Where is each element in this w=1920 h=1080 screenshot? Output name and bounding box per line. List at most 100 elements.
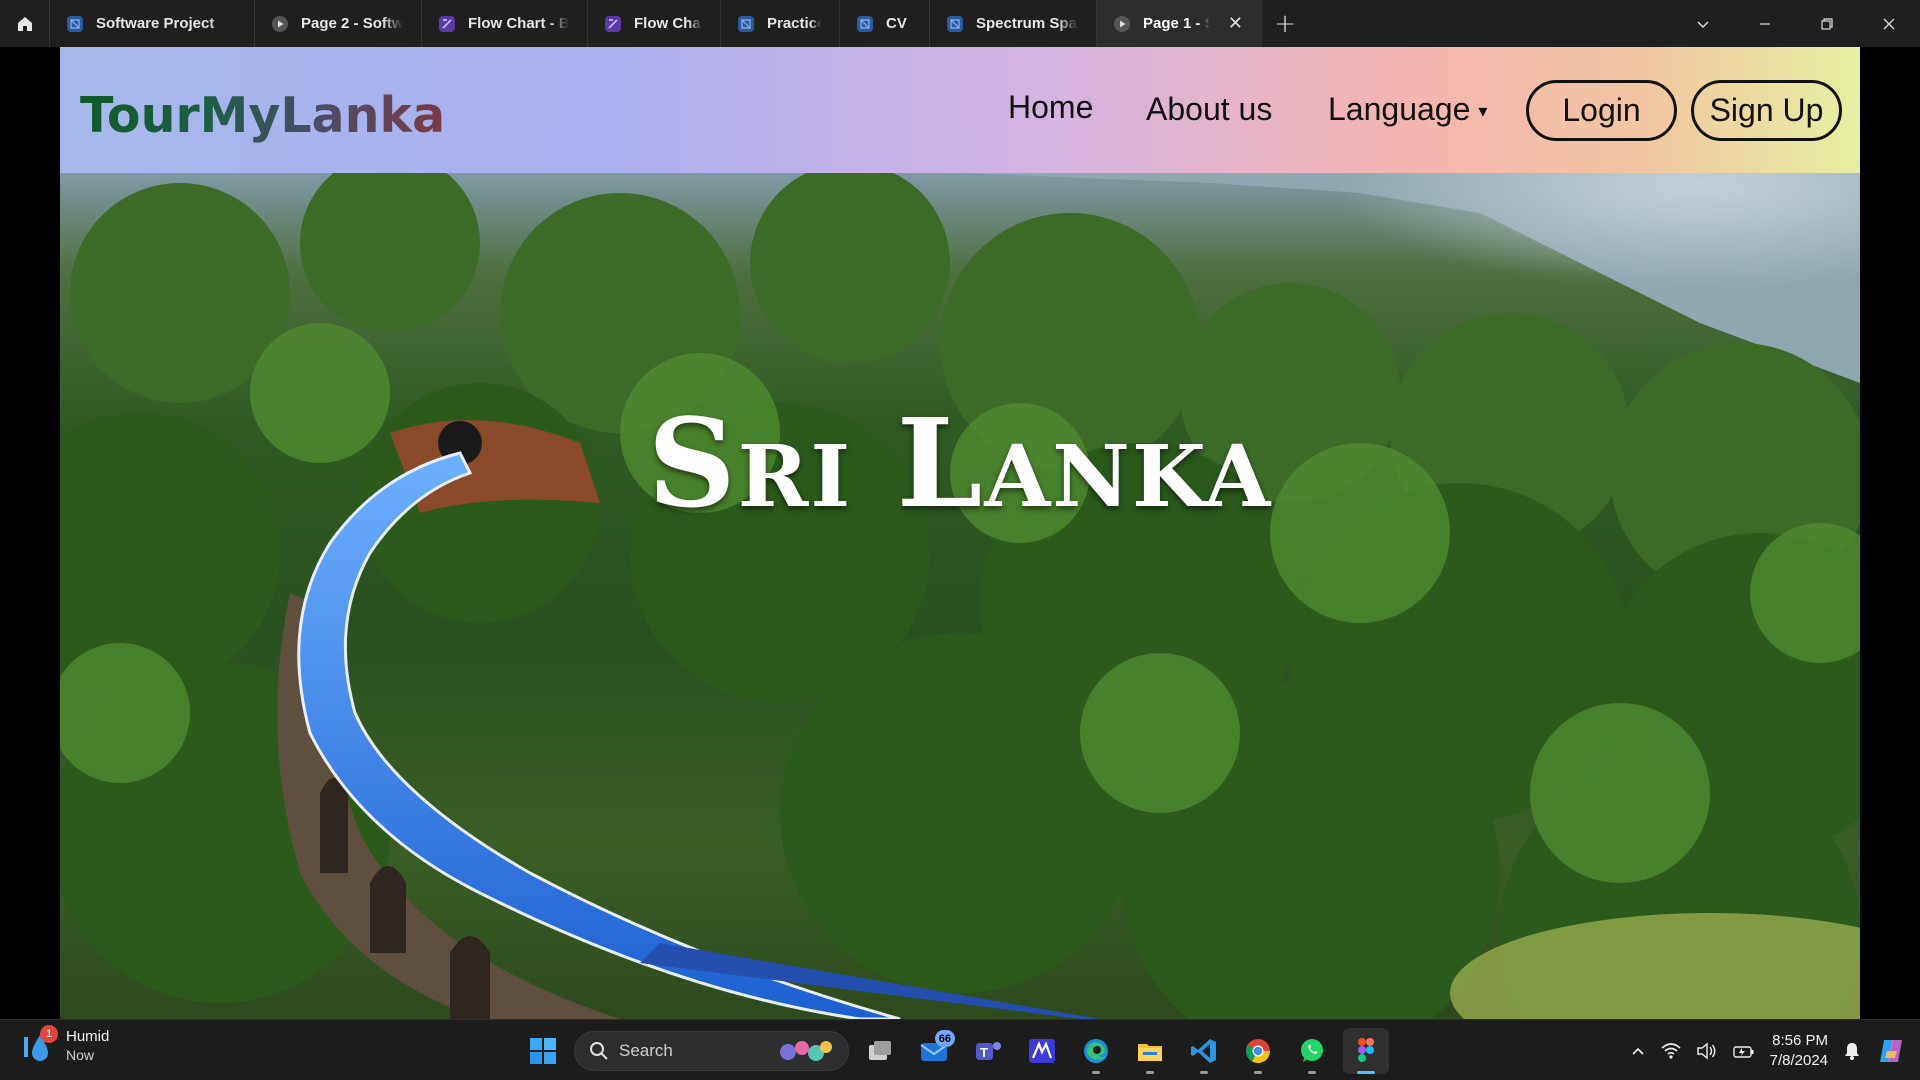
weather-title: Humid [66, 1028, 110, 1045]
site-logo[interactable]: TourMyLanka [80, 87, 445, 144]
file-explorer-icon [1138, 1044, 1162, 1061]
chevron-down-icon [1697, 21, 1709, 28]
close-tab-icon[interactable]: ✕ [1228, 13, 1243, 34]
task-view-icon [869, 1041, 891, 1060]
hero-title: Sri Lanka [647, 391, 1273, 535]
language-label: Language [1328, 91, 1471, 127]
mail-app[interactable]: 66 [911, 1028, 957, 1074]
close-icon [1883, 18, 1895, 29]
tab-list-button[interactable] [1672, 0, 1734, 47]
home-button[interactable] [0, 0, 50, 47]
search-highlight-icon [780, 1041, 832, 1061]
metatrader-app[interactable] [1019, 1028, 1065, 1074]
taskbar-search-box[interactable]: Search [574, 1031, 849, 1071]
tab-label: Spectrum Sparks [976, 15, 1078, 32]
taskbar-pinned-apps: Search 66 T [520, 1028, 1389, 1074]
volume-icon[interactable] [1696, 1042, 1718, 1060]
weather-notification-badge: 1 [40, 1024, 58, 1043]
chevron-up-icon[interactable] [1630, 1043, 1646, 1059]
browser-tab[interactable]: Software Project [50, 0, 255, 47]
task-view-button[interactable] [857, 1028, 903, 1074]
chrome-app[interactable] [1235, 1028, 1281, 1074]
tab-label: Page 1 - Spectrum [1143, 15, 1210, 32]
battery-icon[interactable] [1732, 1042, 1756, 1060]
figjam-icon [438, 15, 456, 33]
browser-tab[interactable]: Flow Chart [588, 0, 721, 47]
hero-image [60, 173, 1860, 1019]
figma-icon [856, 15, 874, 33]
restore-button[interactable] [1796, 0, 1858, 47]
restore-icon [1821, 17, 1833, 30]
metatrader-icon [1029, 1039, 1055, 1063]
search-placeholder: Search [619, 1041, 673, 1060]
running-indicator [1092, 1071, 1100, 1074]
running-indicator [1357, 1071, 1375, 1074]
login-button[interactable]: Login [1526, 80, 1677, 141]
copilot-icon[interactable] [1876, 1036, 1906, 1066]
whatsapp-app[interactable] [1289, 1028, 1335, 1074]
nav-about-link[interactable]: About us [1146, 91, 1272, 128]
vscode-app[interactable] [1181, 1028, 1227, 1074]
close-window-button[interactable] [1858, 0, 1920, 47]
nav-language-dropdown[interactable]: Language ▾ [1328, 91, 1487, 128]
browser-tab-bar: Software Project Page 2 - Software Pr Flow… [0, 0, 1920, 47]
tab-label: Software Project [96, 15, 215, 32]
figma-app[interactable] [1343, 1028, 1389, 1074]
running-indicator [1146, 1071, 1154, 1074]
chrome-icon [1245, 1039, 1270, 1064]
browser-tab[interactable]: Spectrum Sparks [930, 0, 1097, 47]
figma-icon [946, 15, 964, 33]
home-icon [17, 16, 32, 31]
svg-text:T: T [980, 1045, 988, 1060]
figma-icon [1358, 1038, 1374, 1062]
browser-tab[interactable]: Flow Chart - Bike Se [422, 0, 588, 47]
signup-button[interactable]: Sign Up [1691, 80, 1842, 141]
hero-section: Sri Lanka [60, 173, 1860, 1019]
windows-start-icon [530, 1038, 556, 1064]
browser-tab[interactable]: Page 2 - Software Pr [255, 0, 422, 47]
weather-icon: 1 [22, 1024, 58, 1063]
file-explorer-app[interactable] [1127, 1028, 1173, 1074]
prototype-viewport: TourMyLanka Home About us Language ▾ Log… [60, 47, 1860, 1019]
minimize-icon [1760, 22, 1770, 25]
vscode-icon [1191, 1039, 1216, 1063]
system-tray: 8:56 PM 7/8/2024 [1630, 1020, 1920, 1080]
notification-bell-icon[interactable] [1842, 1041, 1862, 1061]
weather-widget[interactable]: 1 Humid Now [22, 1024, 110, 1063]
wifi-icon[interactable] [1660, 1042, 1682, 1060]
running-indicator [1308, 1071, 1316, 1074]
edge-icon [1084, 1039, 1108, 1063]
tab-label: Practice [767, 15, 821, 32]
teams-app[interactable]: T [965, 1028, 1011, 1074]
clock-time: 8:56 PM [1772, 1031, 1828, 1049]
plus-icon: + [1274, 8, 1296, 39]
tab-label: CV [886, 15, 907, 32]
search-icon [590, 1042, 608, 1060]
system-clock[interactable]: 8:56 PM 7/8/2024 [1770, 1031, 1828, 1071]
new-tab-button[interactable]: + [1262, 0, 1308, 47]
tab-label: Flow Chart - Bike Se [468, 15, 569, 32]
windows-taskbar: 1 Humid Now Search 66 T 8:56 PM 7/8/2024 [0, 1019, 1920, 1080]
clock-date: 7/8/2024 [1769, 1051, 1828, 1069]
minimize-button[interactable] [1734, 0, 1796, 47]
tab-strip: Software Project Page 2 - Software Pr Flow… [50, 0, 1262, 47]
browser-tab[interactable]: Page 1 - Spectrum ✕ [1097, 0, 1262, 47]
browser-tab[interactable]: CV [840, 0, 930, 47]
figma-icon [66, 15, 84, 33]
tab-label: Page 2 - Software Pr [301, 15, 403, 32]
mail-badge: 66 [934, 1030, 955, 1047]
figma-icon [737, 15, 755, 33]
play-icon [271, 15, 289, 33]
whatsapp-icon [1301, 1039, 1323, 1062]
site-header: TourMyLanka Home About us Language ▾ Log… [60, 47, 1860, 173]
play-icon [1113, 15, 1131, 33]
caret-down-icon: ▾ [1478, 101, 1488, 121]
figjam-icon [604, 15, 622, 33]
browser-tab[interactable]: Practice [721, 0, 840, 47]
weather-subtitle: Now [66, 1047, 95, 1063]
edge-app[interactable] [1073, 1028, 1119, 1074]
nav-home-link[interactable]: Home [1008, 89, 1093, 126]
window-controls [1672, 0, 1920, 47]
start-button[interactable] [520, 1028, 566, 1074]
running-indicator [1254, 1071, 1262, 1074]
